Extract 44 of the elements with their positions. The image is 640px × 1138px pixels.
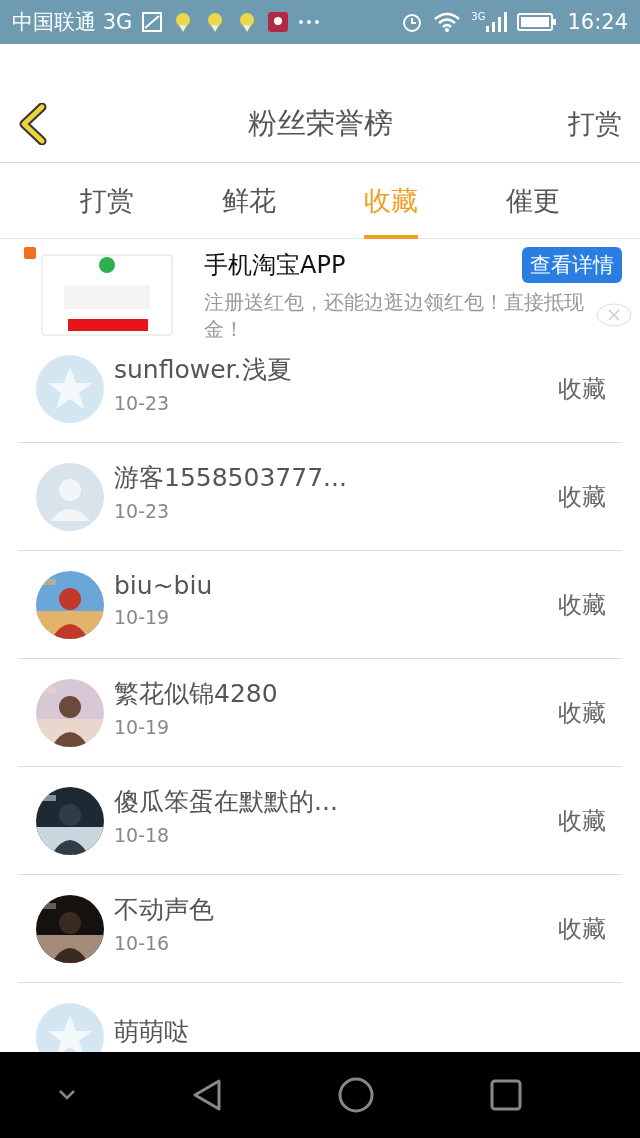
fan-date: 10-19 [114, 716, 171, 738]
fan-name: 游客1558503777... [114, 462, 348, 494]
tab[interactable]: 鲜花 [222, 163, 276, 239]
details-button[interactable]: 查看详情 [522, 247, 622, 283]
image-icon [142, 12, 163, 32]
fan-date: 10-23 [114, 392, 171, 414]
ad-description: 注册送红包，还能边逛边领红包！直接抵现金！ [204, 289, 585, 343]
fan-name: 萌萌哒 [114, 1016, 190, 1048]
fan-action: 收藏 [558, 697, 607, 729]
back-icon[interactable] [18, 103, 48, 145]
fan-action: 收藏 [558, 913, 607, 945]
network-text: 3G [471, 11, 486, 22]
signal-icon [485, 11, 508, 33]
fan-action: 收藏 [558, 805, 607, 837]
fan-name: sunflower.浅夏 [114, 354, 293, 386]
tab[interactable]: 打赏 [80, 163, 134, 239]
fan-name: 繁花似锦4280 [114, 678, 279, 710]
default-avatar-icon [36, 462, 104, 531]
more-icon [298, 19, 321, 25]
fan-name: 不动声色 [114, 894, 215, 926]
fan-action: 收藏 [558, 481, 607, 513]
back-icon[interactable] [192, 1078, 222, 1112]
tab[interactable]: 催更 [506, 163, 560, 239]
chevron-down-icon[interactable] [58, 1089, 76, 1101]
fan-action: 收藏 [558, 373, 607, 405]
fan-date: 10-23 [114, 500, 171, 522]
recents-icon[interactable] [490, 1079, 522, 1111]
clock-text: 16:24 [567, 10, 628, 34]
app-icon [268, 12, 289, 32]
fan-date: 10-19 [114, 606, 171, 628]
battery-icon [517, 12, 558, 32]
wifi-icon [433, 11, 462, 33]
default-avatar-icon [36, 354, 104, 423]
reward-link[interactable]: 打赏 [568, 106, 622, 142]
fan-name: 傻瓜笨蛋在默默的... [114, 786, 339, 818]
fan-date: 10-16 [114, 932, 171, 954]
alarm-icon [401, 11, 424, 33]
page-title: 粉丝荣誉榜 [247, 105, 393, 142]
fan-action: 收藏 [558, 589, 607, 621]
carrier-text: 中国联通 3G [12, 9, 133, 36]
fan-name: biu~biu [114, 571, 214, 600]
home-icon[interactable] [338, 1077, 374, 1113]
ad-title: 手机淘宝APP [204, 250, 346, 281]
fan-date: 10-18 [114, 824, 171, 846]
